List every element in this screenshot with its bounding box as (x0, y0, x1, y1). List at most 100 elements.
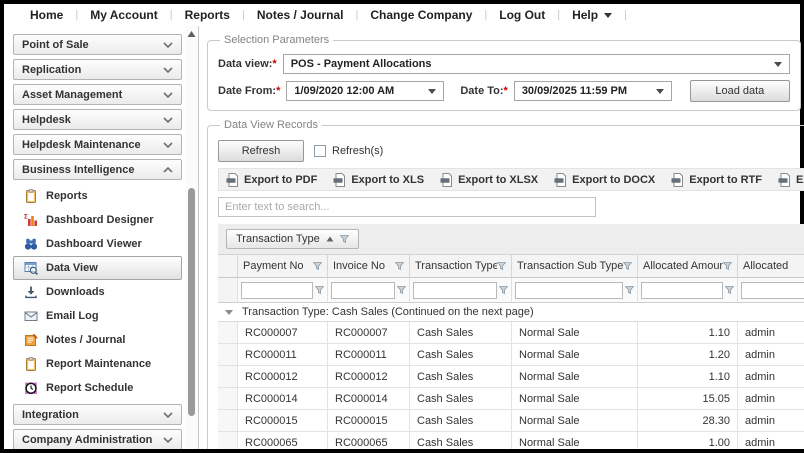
cell-transaction-sub-type[interactable]: Normal Sale (512, 432, 638, 449)
grid-header-allocated[interactable]: Allocated (738, 255, 804, 278)
data-view-dropdown[interactable]: POS - Payment Allocations (283, 54, 790, 74)
cell-transaction-sub-type[interactable]: Normal Sale (512, 344, 638, 366)
group-chip-transaction-type[interactable]: Transaction Type (226, 229, 359, 249)
grid-header-allocated-amount[interactable]: Allocated Amount (638, 255, 738, 278)
refresh-button[interactable]: Refresh (218, 140, 304, 162)
cell-transaction-type[interactable]: Cash Sales (410, 410, 512, 432)
filter-icon[interactable] (723, 262, 732, 270)
cell-payment-no[interactable]: RC000015 (238, 410, 328, 432)
sidebar-item-email-log[interactable]: Email Log (13, 304, 182, 328)
cell-invoice-no[interactable]: RC000065 (328, 432, 410, 449)
filter-input-transaction-type[interactable] (413, 282, 497, 299)
cell-transaction-sub-type[interactable]: Normal Sale (512, 322, 638, 344)
date-from-picker[interactable]: 1/09/2020 12:00 AM (286, 81, 444, 101)
filter-icon[interactable] (397, 286, 406, 294)
cell-allocated[interactable]: admin (738, 410, 804, 432)
cell-transaction-sub-type[interactable]: Normal Sale (512, 388, 638, 410)
menu-notes-journal[interactable]: Notes / Journal (245, 8, 356, 22)
table-row[interactable]: RC000014 RC000014 Cash Sales Normal Sale… (218, 388, 804, 410)
grid-header-transaction-type[interactable]: Transaction Type (410, 255, 512, 278)
cell-allocated[interactable]: admin (738, 432, 804, 449)
filter-icon[interactable] (725, 286, 734, 294)
cell-transaction-type[interactable]: Cash Sales (410, 388, 512, 410)
filter-input-transaction-sub-type[interactable] (515, 282, 623, 299)
cell-allocated[interactable]: admin (738, 388, 804, 410)
cell-allocated-amount[interactable]: 1.20 (638, 344, 738, 366)
cell-invoice-no[interactable]: RC000015 (328, 410, 410, 432)
cell-payment-no[interactable]: RC000007 (238, 322, 328, 344)
filter-input-allocated[interactable] (741, 282, 804, 299)
export-csv-button[interactable]: Export to CSV (778, 173, 804, 187)
sidebar-section-helpdesk[interactable]: Helpdesk (13, 109, 182, 130)
cell-allocated-amount[interactable]: 1.00 (638, 432, 738, 449)
export-xlsx-button[interactable]: Export to XLSX (440, 173, 538, 187)
filter-input-allocated-amount[interactable] (641, 282, 723, 299)
cell-transaction-type[interactable]: Cash Sales (410, 344, 512, 366)
collapse-arrow-icon[interactable] (225, 310, 233, 315)
refresh-checkbox[interactable] (314, 145, 326, 157)
search-input[interactable] (218, 197, 596, 217)
cell-transaction-type[interactable]: Cash Sales (410, 432, 512, 449)
export-rtf-button[interactable]: Export to RTF (671, 173, 762, 187)
cell-invoice-no[interactable]: RC000007 (328, 322, 410, 344)
grid-header-invoice-no[interactable]: Invoice No (328, 255, 410, 278)
export-pdf-button[interactable]: Export to PDF (226, 173, 317, 187)
cell-transaction-sub-type[interactable]: Normal Sale (512, 410, 638, 432)
sidebar-item-data-view[interactable]: Data View (13, 256, 182, 280)
sidebar-item-reports[interactable]: Reports (13, 184, 182, 208)
sidebar-section-asset-management[interactable]: Asset Management (13, 84, 182, 105)
cell-allocated[interactable]: admin (738, 366, 804, 388)
scroll-up-icon[interactable] (187, 30, 196, 38)
filter-icon[interactable] (623, 262, 632, 270)
menu-reports[interactable]: Reports (173, 8, 242, 22)
sidebar-item-dashboard-designer[interactable]: Σ Dashboard Designer (13, 208, 182, 232)
menu-log-out[interactable]: Log Out (487, 8, 557, 22)
export-docx-button[interactable]: Export to DOCX (554, 173, 655, 187)
date-to-picker[interactable]: 30/09/2025 11:59 PM (514, 81, 672, 101)
sidebar-section-helpdesk-maintenance[interactable]: Helpdesk Maintenance (13, 134, 182, 155)
filter-icon[interactable] (313, 262, 322, 270)
sidebar-item-notes-journal[interactable]: Notes / Journal (13, 328, 182, 352)
sidebar-scrollbar[interactable] (185, 26, 198, 449)
table-row[interactable]: RC000012 RC000012 Cash Sales Normal Sale… (218, 366, 804, 388)
sidebar-item-dashboard-viewer[interactable]: Dashboard Viewer (13, 232, 182, 256)
export-xls-button[interactable]: Export to XLS (333, 173, 424, 187)
cell-payment-no[interactable]: RC000065 (238, 432, 328, 449)
filter-input-invoice-no[interactable] (331, 282, 395, 299)
sidebar-section-business-intelligence[interactable]: Business Intelligence (13, 159, 182, 180)
load-data-button[interactable]: Load data (690, 80, 790, 102)
menu-help[interactable]: Help (560, 8, 624, 22)
menu-my-account[interactable]: My Account (78, 8, 170, 22)
cell-allocated-amount[interactable]: 1.10 (638, 322, 738, 344)
cell-invoice-no[interactable]: RC000012 (328, 366, 410, 388)
table-row[interactable]: RC000011 RC000011 Cash Sales Normal Sale… (218, 344, 804, 366)
sidebar-item-downloads[interactable]: Downloads (13, 280, 182, 304)
scrollbar-thumb[interactable] (188, 188, 195, 416)
cell-payment-no[interactable]: RC000012 (238, 366, 328, 388)
sidebar-section-replication[interactable]: Replication (13, 59, 182, 80)
filter-icon[interactable] (499, 286, 508, 294)
table-row[interactable]: RC000007 RC000007 Cash Sales Normal Sale… (218, 322, 804, 344)
cell-transaction-type[interactable]: Cash Sales (410, 322, 512, 344)
sidebar-item-report-maintenance[interactable]: Report Maintenance (13, 352, 182, 376)
filter-icon[interactable] (395, 262, 404, 270)
cell-payment-no[interactable]: RC000011 (238, 344, 328, 366)
filter-icon[interactable] (315, 286, 324, 294)
table-row[interactable]: RC000065 RC000065 Cash Sales Normal Sale… (218, 432, 804, 449)
cell-allocated[interactable]: admin (738, 344, 804, 366)
filter-icon[interactable] (625, 286, 634, 294)
cell-invoice-no[interactable]: RC000011 (328, 344, 410, 366)
table-row[interactable]: RC000015 RC000015 Cash Sales Normal Sale… (218, 410, 804, 432)
cell-allocated-amount[interactable]: 15.05 (638, 388, 738, 410)
grid-header-transaction-sub-type[interactable]: Transaction Sub Type (512, 255, 638, 278)
cell-invoice-no[interactable]: RC000014 (328, 388, 410, 410)
grid-group-row[interactable]: Transaction Type: Cash Sales (Continued … (218, 303, 804, 322)
filter-input-payment-no[interactable] (241, 282, 313, 299)
filter-icon[interactable] (340, 235, 349, 243)
cell-transaction-type[interactable]: Cash Sales (410, 366, 512, 388)
cell-allocated-amount[interactable]: 1.10 (638, 366, 738, 388)
sidebar-section-integration[interactable]: Integration (13, 404, 182, 425)
cell-transaction-sub-type[interactable]: Normal Sale (512, 366, 638, 388)
cell-allocated-amount[interactable]: 28.30 (638, 410, 738, 432)
sidebar-section-company-administration[interactable]: Company Administration (13, 429, 182, 449)
